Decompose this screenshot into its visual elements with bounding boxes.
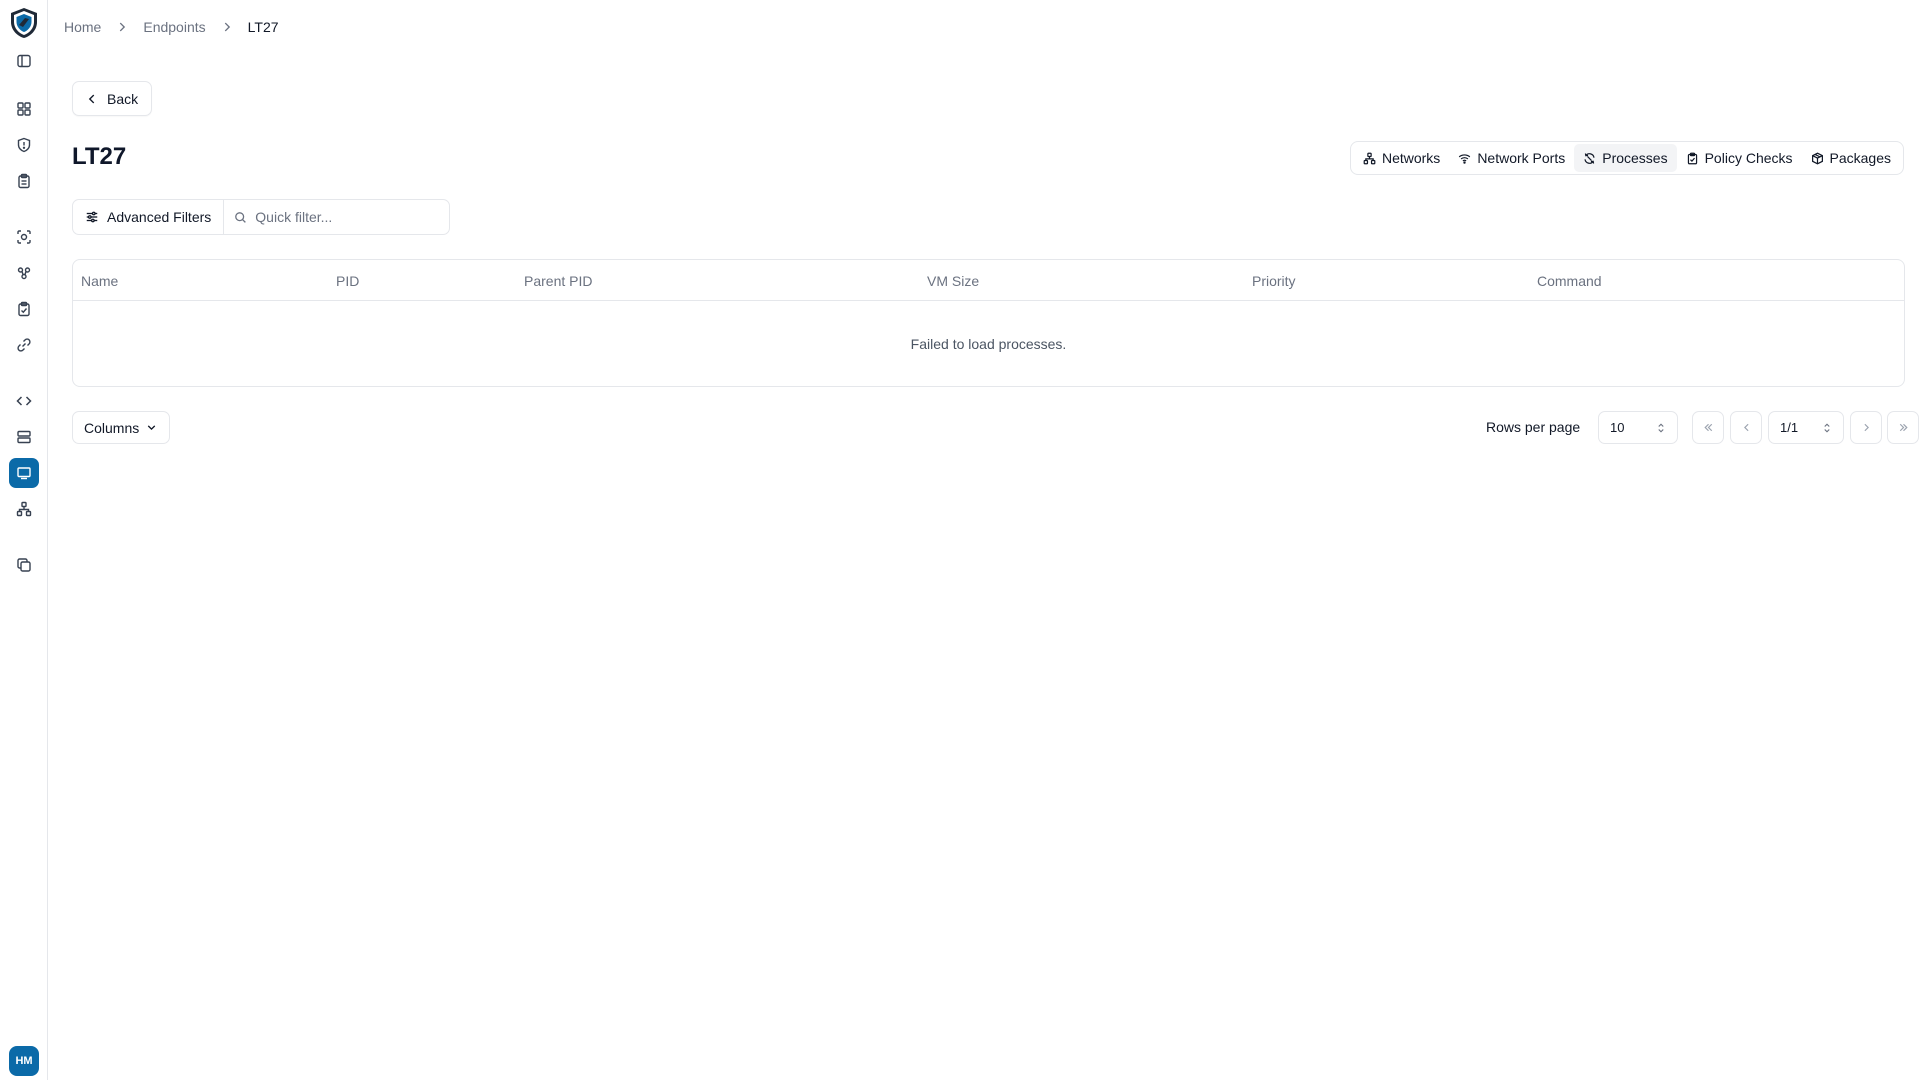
rows-per-page-value: 10 [1610, 420, 1625, 435]
chevron-left-icon [88, 94, 95, 103]
next-page-button[interactable] [1850, 411, 1882, 444]
dashboard-icon [17, 102, 31, 116]
sidebar-item-servers[interactable] [9, 422, 39, 452]
toggle-sidebar-button[interactable] [9, 46, 39, 76]
page-select-value: 1/1 [1780, 420, 1799, 435]
sidebar-item-security[interactable] [9, 130, 39, 160]
wifi-icon [1459, 153, 1471, 164]
sidebar-item-documents[interactable] [9, 550, 39, 580]
columns-button[interactable]: Columns [72, 411, 171, 444]
sliders-icon [86, 211, 98, 223]
page-select[interactable]: 1/1 [1768, 411, 1844, 444]
breadcrumb: Home Endpoints LT27 [64, 19, 279, 35]
chevrons-up-down-icon [1824, 422, 1830, 433]
sidebar-item-compliance[interactable] [9, 294, 39, 324]
processes-icon [1584, 152, 1595, 164]
clipboard-icon [18, 173, 30, 189]
rows-per-page-select[interactable]: 10 [1598, 411, 1678, 444]
page-title: LT27 [72, 143, 127, 170]
sidebar-item-scan[interactable] [9, 222, 39, 252]
column-header-priority[interactable]: Priority [1252, 260, 1296, 301]
tab-policy-checks-label: Policy Checks [1704, 150, 1793, 166]
package-icon [1811, 152, 1823, 164]
chevrons-right-icon [1899, 423, 1908, 432]
column-header-parent-pid[interactable]: Parent PID [524, 260, 592, 301]
chevron-right-icon [1863, 423, 1869, 432]
rows-per-page-label: Rows per page [1486, 419, 1581, 435]
search-icon [235, 211, 247, 223]
table-header: Name PID Parent PID VM Size Priority Com… [73, 260, 1904, 301]
sidebar-item-integrations[interactable] [9, 330, 39, 360]
filter-bar: Advanced Filters [72, 199, 451, 235]
shield-icon [17, 137, 31, 153]
tab-processes-label: Processes [1602, 150, 1668, 166]
back-button-label: Back [107, 90, 139, 107]
chevron-right-icon [224, 22, 230, 32]
breadcrumb-endpoints[interactable]: Endpoints [143, 19, 205, 35]
column-header-name[interactable]: Name [81, 260, 118, 301]
sidebar: HM [0, 0, 48, 1080]
clipboard-check-icon [18, 301, 30, 317]
link-icon [17, 338, 31, 352]
network-icon [16, 501, 32, 517]
sidebar-item-dashboard[interactable] [9, 94, 39, 124]
tab-network-ports[interactable]: Network Ports [1449, 144, 1574, 172]
sidebar-item-groups[interactable] [9, 258, 39, 288]
scan-icon [17, 230, 31, 244]
chevron-left-icon [1743, 423, 1749, 432]
breadcrumb-home[interactable]: Home [64, 19, 101, 35]
previous-page-button[interactable] [1730, 411, 1762, 444]
copy-icon [17, 558, 31, 572]
sidebar-item-code[interactable] [9, 386, 39, 416]
monitor-icon [17, 467, 31, 480]
sidebar-item-network[interactable] [9, 494, 39, 524]
detail-tabs: Networks Network Ports Processes Policy … [1349, 141, 1904, 175]
quick-filter-input[interactable] [255, 209, 436, 225]
advanced-filters-button[interactable]: Advanced Filters [73, 200, 225, 234]
chevron-right-icon [120, 22, 126, 32]
tab-processes[interactable]: Processes [1574, 144, 1677, 172]
column-header-pid[interactable]: PID [336, 260, 359, 301]
user-avatar[interactable]: HM [9, 1046, 39, 1076]
network-icon [1363, 152, 1376, 164]
quick-filter [224, 200, 449, 234]
shield-logo-icon[interactable] [8, 6, 40, 40]
tab-policy-checks[interactable]: Policy Checks [1677, 144, 1802, 172]
processes-table: Name PID Parent PID VM Size Priority Com… [72, 259, 1905, 387]
last-page-button[interactable] [1887, 411, 1919, 444]
columns-button-label: Columns [84, 419, 140, 436]
tab-packages-label: Packages [1829, 150, 1891, 166]
tab-packages[interactable]: Packages [1802, 144, 1900, 172]
advanced-filters-label: Advanced Filters [107, 209, 212, 225]
tab-network-ports-label: Network Ports [1477, 150, 1566, 166]
clipboard-check-icon [1687, 152, 1697, 164]
back-button[interactable]: Back [72, 81, 153, 116]
panel-left-icon [17, 54, 31, 68]
chevrons-up-down-icon [1658, 422, 1664, 433]
chevron-down-icon [148, 425, 156, 431]
column-header-command[interactable]: Command [1537, 260, 1602, 301]
tab-networks[interactable]: Networks [1354, 144, 1449, 172]
server-icon [17, 430, 31, 444]
chevrons-left-icon [1703, 423, 1712, 432]
empty-state-message: Failed to load processes. [910, 336, 1067, 352]
code-icon [16, 396, 32, 406]
breadcrumb-current: LT27 [247, 19, 279, 35]
sidebar-item-endpoints[interactable] [9, 458, 39, 488]
first-page-button[interactable] [1692, 411, 1724, 444]
column-header-vm-size[interactable]: VM Size [927, 260, 979, 301]
tab-networks-label: Networks [1381, 150, 1441, 166]
sidebar-item-reports[interactable] [9, 166, 39, 196]
groups-icon [17, 267, 31, 280]
